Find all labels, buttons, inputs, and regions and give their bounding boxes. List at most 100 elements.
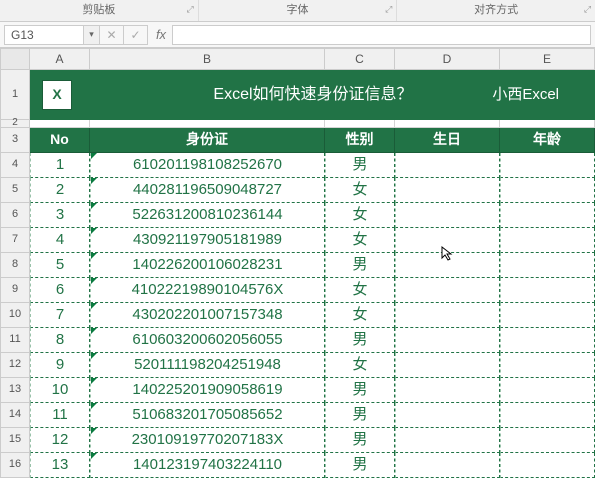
cell-gender[interactable]: 男 bbox=[325, 428, 395, 453]
cell-id[interactable]: 522631200810236144 bbox=[90, 203, 325, 228]
cell-birth[interactable] bbox=[395, 253, 500, 278]
row-header-9[interactable]: 9 bbox=[0, 278, 30, 303]
cell-age[interactable] bbox=[500, 228, 595, 253]
expand-icon[interactable]: ⤢ bbox=[584, 0, 591, 19]
select-all-corner[interactable] bbox=[0, 48, 30, 70]
cell-no[interactable]: 2 bbox=[30, 178, 90, 203]
cell-birth[interactable] bbox=[395, 153, 500, 178]
cell-age[interactable] bbox=[500, 178, 595, 203]
row-header-1[interactable]: 1 bbox=[0, 70, 30, 120]
cell-gender[interactable]: 女 bbox=[325, 228, 395, 253]
row-header-11[interactable]: 11 bbox=[0, 328, 30, 353]
cell-age[interactable] bbox=[500, 403, 595, 428]
cell-birth[interactable] bbox=[395, 278, 500, 303]
cell[interactable] bbox=[395, 120, 500, 128]
cell-gender[interactable]: 女 bbox=[325, 178, 395, 203]
cell-gender[interactable]: 男 bbox=[325, 378, 395, 403]
cell-no[interactable]: 12 bbox=[30, 428, 90, 453]
cell-birth[interactable] bbox=[395, 378, 500, 403]
cell-id[interactable]: 140123197403224110 bbox=[90, 453, 325, 478]
row-header-5[interactable]: 5 bbox=[0, 178, 30, 203]
header-age[interactable]: 年龄 bbox=[500, 128, 595, 153]
cell-age[interactable] bbox=[500, 378, 595, 403]
cell[interactable] bbox=[325, 120, 395, 128]
cell-gender[interactable]: 女 bbox=[325, 278, 395, 303]
cell-no[interactable]: 9 bbox=[30, 353, 90, 378]
formula-input[interactable] bbox=[172, 25, 591, 45]
cell-gender[interactable]: 男 bbox=[325, 453, 395, 478]
cell-birth[interactable] bbox=[395, 453, 500, 478]
cell[interactable] bbox=[500, 120, 595, 128]
cell-id[interactable]: 520111198204251948 bbox=[90, 353, 325, 378]
cell-birth[interactable] bbox=[395, 303, 500, 328]
row-header-10[interactable]: 10 bbox=[0, 303, 30, 328]
row-header-2[interactable]: 2 bbox=[0, 120, 30, 128]
cell-id[interactable]: 140225201909058619 bbox=[90, 378, 325, 403]
cell-id[interactable]: 430202201007157348 bbox=[90, 303, 325, 328]
expand-icon[interactable]: ⤢ bbox=[385, 0, 392, 19]
row-header-13[interactable]: 13 bbox=[0, 378, 30, 403]
expand-icon[interactable]: ⤢ bbox=[186, 0, 193, 19]
cell[interactable] bbox=[30, 120, 90, 128]
header-birth[interactable]: 生日 bbox=[395, 128, 500, 153]
cell-no[interactable]: 7 bbox=[30, 303, 90, 328]
col-header-A[interactable]: A bbox=[30, 48, 90, 70]
row-header-12[interactable]: 12 bbox=[0, 353, 30, 378]
cell-age[interactable] bbox=[500, 153, 595, 178]
cell-gender[interactable]: 女 bbox=[325, 203, 395, 228]
cell-no[interactable]: 8 bbox=[30, 328, 90, 353]
cell-no[interactable]: 13 bbox=[30, 453, 90, 478]
cell-age[interactable] bbox=[500, 203, 595, 228]
cell-no[interactable]: 4 bbox=[30, 228, 90, 253]
cell-age[interactable] bbox=[500, 278, 595, 303]
row-header-8[interactable]: 8 bbox=[0, 253, 30, 278]
name-box[interactable]: G13 bbox=[4, 25, 84, 45]
cell-no[interactable]: 1 bbox=[30, 153, 90, 178]
row-header-14[interactable]: 14 bbox=[0, 403, 30, 428]
col-header-D[interactable]: D bbox=[395, 48, 500, 70]
cell-id[interactable]: 140226200106028231 bbox=[90, 253, 325, 278]
cell-id[interactable]: 440281196509048727 bbox=[90, 178, 325, 203]
title-cell[interactable]: X Excel如何快速身份证信息？ 小西Excel bbox=[30, 70, 595, 120]
cell-birth[interactable] bbox=[395, 428, 500, 453]
cell-birth[interactable] bbox=[395, 203, 500, 228]
cell-birth[interactable] bbox=[395, 328, 500, 353]
row-header-15[interactable]: 15 bbox=[0, 428, 30, 453]
cell[interactable] bbox=[90, 120, 325, 128]
cell-age[interactable] bbox=[500, 303, 595, 328]
header-gender[interactable]: 性别 bbox=[325, 128, 395, 153]
name-box-dropdown[interactable]: ▾ bbox=[84, 25, 100, 45]
cell-age[interactable] bbox=[500, 353, 595, 378]
cell-gender[interactable]: 男 bbox=[325, 153, 395, 178]
header-id[interactable]: 身份证 bbox=[90, 128, 325, 153]
row-header-3[interactable]: 3 bbox=[0, 128, 30, 153]
cancel-formula-icon[interactable]: ✕ bbox=[100, 25, 124, 45]
cell-age[interactable] bbox=[500, 253, 595, 278]
cell-birth[interactable] bbox=[395, 353, 500, 378]
cell-birth[interactable] bbox=[395, 228, 500, 253]
cell-gender[interactable]: 女 bbox=[325, 303, 395, 328]
fx-icon[interactable]: fx bbox=[150, 27, 172, 42]
header-no[interactable]: No bbox=[30, 128, 90, 153]
cell-id[interactable]: 610201198108252670 bbox=[90, 153, 325, 178]
col-header-C[interactable]: C bbox=[325, 48, 395, 70]
cell-age[interactable] bbox=[500, 428, 595, 453]
row-header-4[interactable]: 4 bbox=[0, 153, 30, 178]
row-header-7[interactable]: 7 bbox=[0, 228, 30, 253]
cell-gender[interactable]: 男 bbox=[325, 253, 395, 278]
row-header-16[interactable]: 16 bbox=[0, 453, 30, 478]
cell-age[interactable] bbox=[500, 328, 595, 353]
cell-no[interactable]: 6 bbox=[30, 278, 90, 303]
col-header-B[interactable]: B bbox=[90, 48, 325, 70]
cell-no[interactable]: 11 bbox=[30, 403, 90, 428]
accept-formula-icon[interactable]: ✓ bbox=[124, 25, 148, 45]
cell-birth[interactable] bbox=[395, 178, 500, 203]
cell-gender[interactable]: 女 bbox=[325, 353, 395, 378]
cell-no[interactable]: 5 bbox=[30, 253, 90, 278]
col-header-E[interactable]: E bbox=[500, 48, 595, 70]
ribbon-section-clipboard[interactable]: 剪贴板⤢ bbox=[0, 0, 199, 21]
cell-id[interactable]: 610603200602056055 bbox=[90, 328, 325, 353]
cell-gender[interactable]: 男 bbox=[325, 328, 395, 353]
cell-no[interactable]: 3 bbox=[30, 203, 90, 228]
cell-age[interactable] bbox=[500, 453, 595, 478]
